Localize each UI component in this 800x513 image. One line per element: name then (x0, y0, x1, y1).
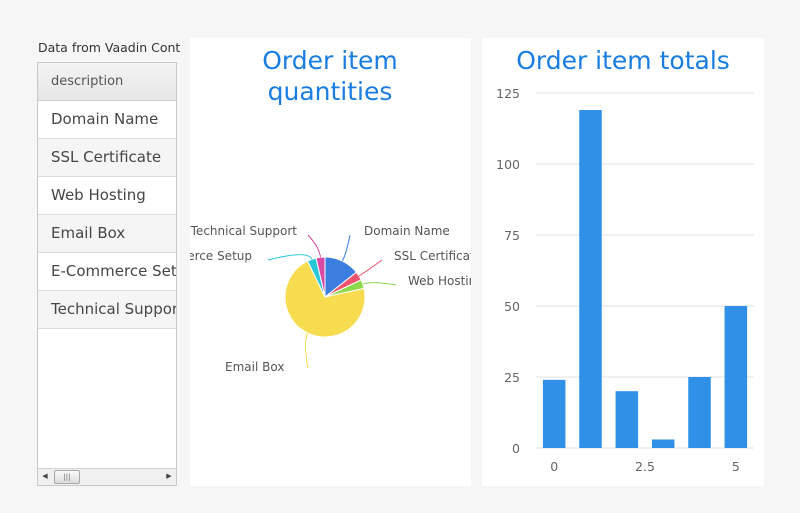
x-tick-label: 5 (732, 459, 740, 474)
pie-label: E-Commerce Setup (190, 249, 252, 263)
bar[interactable] (615, 391, 639, 448)
pie-connector (362, 282, 397, 286)
horizontal-scrollbar[interactable]: ◀ ||| ▶ (38, 468, 176, 485)
column-header-description[interactable]: description (38, 63, 176, 101)
table-row[interactable]: E-Commerce Setup (38, 253, 176, 291)
pie-connector (304, 332, 309, 369)
pie-label: Technical Support (190, 224, 297, 238)
table-row[interactable]: Web Hosting (38, 177, 176, 215)
y-tick-label: 75 (504, 228, 520, 243)
y-tick-label: 0 (512, 441, 520, 456)
triangle-left-icon[interactable]: ◀ (38, 469, 52, 484)
y-tick-label: 100 (496, 157, 520, 172)
pie-label: Web Hosting (408, 274, 471, 288)
y-tick-label: 50 (504, 299, 520, 314)
scrollbar-thumb[interactable]: ||| (54, 470, 80, 484)
x-tick-label: 2.5 (635, 459, 655, 474)
pie-connector (267, 254, 313, 261)
bar[interactable] (724, 306, 748, 448)
pie-connector (358, 259, 383, 277)
bar[interactable] (688, 377, 711, 448)
pie-label: Email Box (225, 360, 284, 374)
bar[interactable] (542, 379, 566, 448)
pie-chart-panel: Order item quantities Domain Name SSL Cer… (190, 38, 471, 486)
bar-chart: 0 25 50 75 100 125 0 2.5 5 (496, 86, 754, 474)
bar[interactable] (579, 110, 602, 448)
data-grid[interactable]: description Domain Name SSL Certificate … (37, 62, 177, 486)
triangle-right-icon[interactable]: ▶ (162, 469, 176, 484)
grid-empty-area (38, 329, 176, 469)
pie-label: SSL Certificate (394, 249, 471, 263)
bar-chart-panel: Order item totals 0 25 50 75 100 125 0 2.5 5 (482, 38, 764, 486)
y-tick-label: 25 (504, 370, 520, 385)
table-caption: Data from Vaadin Cont (38, 40, 181, 55)
pie-connector (342, 234, 351, 262)
x-tick-label: 0 (550, 459, 558, 474)
table-row[interactable]: Email Box (38, 215, 176, 253)
table-row[interactable]: Technical Support (38, 291, 176, 329)
table-row[interactable]: SSL Certificate (38, 139, 176, 177)
pie-label: Domain Name (364, 224, 450, 238)
pie-chart: Domain Name SSL Certificate Web Hosting Ema… (190, 224, 471, 374)
table-row[interactable]: Domain Name (38, 101, 176, 139)
y-tick-label: 125 (496, 86, 520, 101)
pie-connector (307, 234, 321, 258)
bar[interactable] (651, 439, 675, 448)
